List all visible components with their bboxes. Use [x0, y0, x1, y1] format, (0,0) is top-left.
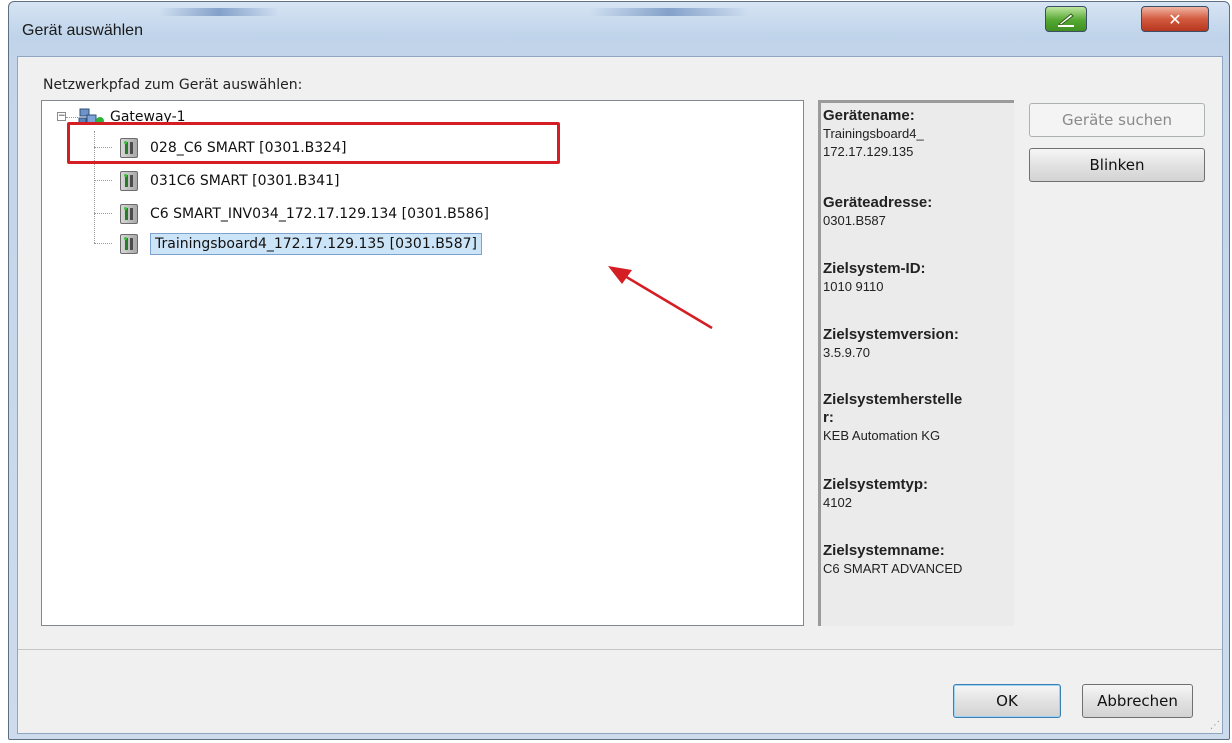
- cancel-button[interactable]: Abbrechen: [1082, 684, 1193, 718]
- info-label: Geräteadresse:: [823, 194, 933, 211]
- info-value: 4102: [823, 495, 852, 510]
- info-label: Zielsystem-ID:: [823, 260, 926, 277]
- info-label: Zielsystemversion:: [823, 326, 959, 343]
- info-value: KEB Automation KG: [823, 428, 941, 443]
- tree-connector: [66, 117, 78, 118]
- blink-button[interactable]: Blinken: [1029, 148, 1205, 182]
- title-bar-artifact: [589, 8, 749, 16]
- device-tree[interactable]: − Gateway-1 028_C6 SMART [0301.B324] 031…: [41, 100, 804, 626]
- highlight-annotation: [67, 122, 560, 164]
- device-icon: [120, 234, 138, 254]
- info-target-type: Zielsystemtyp: 4102: [823, 476, 1013, 512]
- tree-item-device-selected[interactable]: Trainingsboard4_172.17.129.135 [0301.B58…: [120, 230, 482, 258]
- resize-grip-icon[interactable]: ⋰: [1210, 720, 1220, 731]
- tree-connector: [94, 243, 112, 244]
- close-icon: ✕: [1168, 9, 1182, 29]
- tree-item-device[interactable]: C6 SMART_INV034_172.17.129.134 [0301.B58…: [120, 200, 489, 228]
- dialog-window: Gerät auswählen ✕ Netzwerkpfad zum Gerät…: [8, 1, 1230, 740]
- info-value: 3.5.9.70: [823, 345, 870, 360]
- ok-button[interactable]: OK: [953, 684, 1061, 718]
- info-label: Zielsystemherstelle r:: [823, 391, 963, 426]
- info-target-id: Zielsystem-ID: 1010 9110: [823, 260, 1013, 296]
- pen-icon-button[interactable]: [1045, 6, 1087, 32]
- info-target-vendor: Zielsystemherstelle r: KEB Automation KG: [823, 391, 1013, 445]
- device-label: 031C6 SMART [0301.B341]: [150, 173, 340, 189]
- search-devices-button[interactable]: Geräte suchen: [1029, 103, 1205, 137]
- info-label: Gerätename:: [823, 107, 915, 124]
- footer-separator: [18, 649, 1222, 650]
- window-title: Gerät auswählen: [22, 22, 143, 39]
- info-target-version: Zielsystemversion: 3.5.9.70: [823, 326, 1013, 362]
- info-target-name: Zielsystemname: C6 SMART ADVANCED: [823, 542, 1013, 578]
- info-label: Zielsystemtyp:: [823, 476, 929, 493]
- tree-item-device[interactable]: 031C6 SMART [0301.B341]: [120, 167, 339, 195]
- device-info-panel: Gerätename: Trainingsboard4_ 172.17.129.…: [818, 100, 1014, 626]
- info-value: C6 SMART ADVANCED: [823, 561, 963, 576]
- device-icon: [120, 204, 138, 224]
- info-value: Trainingsboard4_ 172.17.129.135: [823, 126, 924, 159]
- pen-icon: [1058, 13, 1074, 27]
- tree-connector: [94, 213, 112, 214]
- collapse-toggle[interactable]: −: [57, 112, 66, 121]
- info-value: 0301.B587: [823, 213, 886, 228]
- annotation-arrow-icon: [608, 266, 713, 330]
- path-label: Netzwerkpfad zum Gerät auswählen:: [43, 77, 303, 93]
- info-value: 1010 9110: [823, 279, 884, 294]
- info-device-address: Geräteadresse: 0301.B587: [823, 194, 1013, 230]
- info-device-name: Gerätename: Trainingsboard4_ 172.17.129.…: [823, 107, 1013, 161]
- device-icon: [120, 171, 138, 191]
- device-label: C6 SMART_INV034_172.17.129.134 [0301.B58…: [150, 206, 489, 222]
- tree-connector: [94, 180, 112, 181]
- device-label-selected: Trainingsboard4_172.17.129.135 [0301.B58…: [150, 233, 482, 255]
- title-bar-artifact: [159, 8, 279, 16]
- info-label: Zielsystemname:: [823, 542, 945, 559]
- close-button[interactable]: ✕: [1141, 6, 1209, 32]
